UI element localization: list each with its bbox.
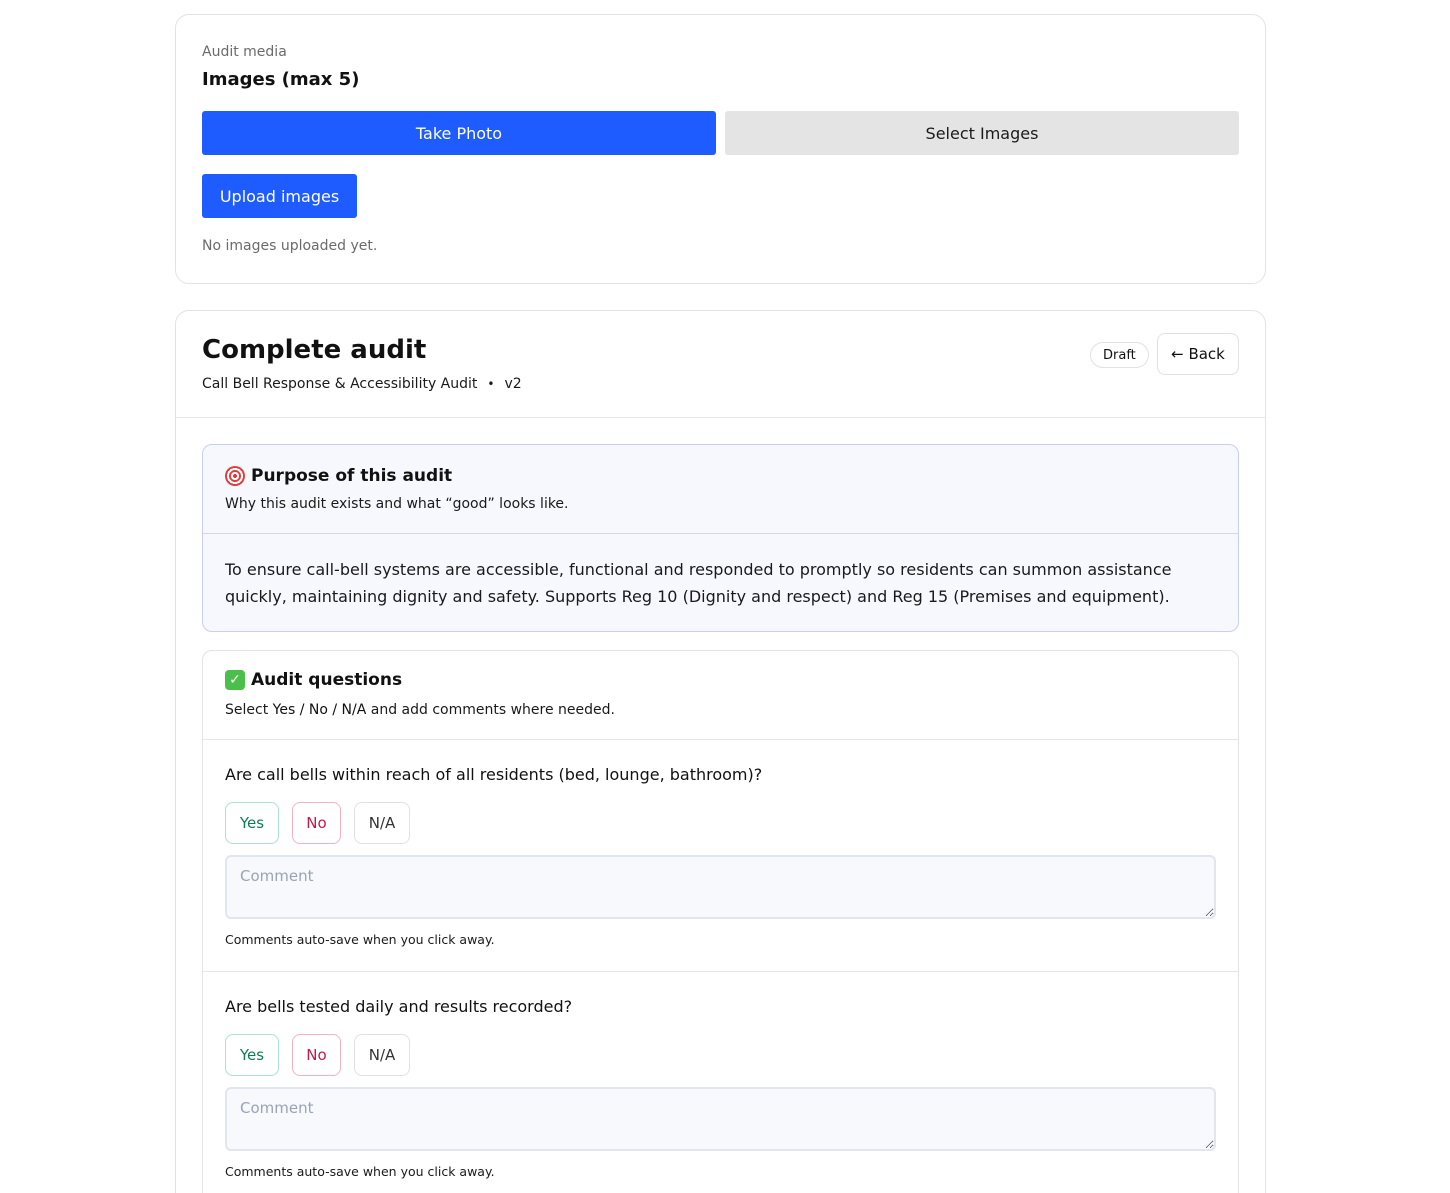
audit-subtitle: Call Bell Response & Accessibility Audit… [202, 376, 522, 392]
select-images-button[interactable]: Select Images [725, 111, 1239, 155]
questions-header: ✓ Audit questions Select Yes / No / N/A … [203, 651, 1238, 740]
autosave-note: Comments auto-save when you click away. [225, 932, 495, 947]
media-empty-state: No images uploaded yet. [202, 238, 378, 254]
comment-input[interactable] [225, 1087, 1216, 1151]
answer-yes-button[interactable]: Yes [225, 802, 279, 844]
answer-yes-button[interactable]: Yes [225, 1034, 279, 1076]
purpose-title-row: Purpose of this audit [225, 466, 452, 486]
questions-subtitle-suffix: and add comments where needed. [370, 702, 615, 718]
target-icon [225, 466, 245, 486]
autosave-note: Comments auto-save when you click away. [225, 1164, 495, 1179]
questions-subtitle-options: Yes / No / N/A [272, 702, 367, 718]
audit-media-card: Audit media Images (max 5) Take Photo Se… [175, 14, 1266, 284]
purpose-subtitle: Why this audit exists and what “good” lo… [225, 496, 569, 512]
answer-na-button[interactable]: N/A [354, 1034, 410, 1076]
upload-images-button[interactable]: Upload images [202, 174, 357, 218]
questions-subtitle-prefix: Select [225, 702, 269, 718]
audit-questions-panel: ✓ Audit questions Select Yes / No / N/A … [202, 650, 1239, 1193]
questions-title: Audit questions [251, 670, 403, 690]
question-item: Are call bells within reach of all resid… [203, 740, 1238, 972]
question-item: Are bells tested daily and results recor… [203, 972, 1238, 1193]
audit-version: v2 [504, 376, 522, 392]
question-text: Are call bells within reach of all resid… [225, 765, 763, 784]
separator-dot: • [487, 377, 495, 391]
audit-header: Complete audit Call Bell Response & Acce… [176, 311, 1265, 418]
purpose-body: To ensure call-bell systems are accessib… [225, 560, 1172, 606]
media-title: Images (max 5) [202, 69, 360, 90]
media-eyebrow: Audit media [202, 44, 287, 60]
complete-audit-card: Complete audit Call Bell Response & Acce… [175, 310, 1266, 1193]
check-icon: ✓ [225, 670, 245, 690]
take-photo-button[interactable]: Take Photo [202, 111, 716, 155]
answer-no-button[interactable]: No [292, 1034, 341, 1076]
purpose-panel: Purpose of this audit Why this audit exi… [202, 444, 1239, 632]
answer-na-button[interactable]: N/A [354, 802, 410, 844]
page-title: Complete audit [202, 335, 427, 365]
status-badge: Draft [1090, 342, 1149, 368]
questions-title-row: ✓ Audit questions [225, 670, 402, 690]
answer-no-button[interactable]: No [292, 802, 341, 844]
back-button[interactable]: ← Back [1157, 333, 1239, 375]
purpose-title: Purpose of this audit [251, 466, 453, 486]
purpose-header: Purpose of this audit Why this audit exi… [203, 445, 1238, 534]
questions-subtitle: Select Yes / No / N/A and add comments w… [225, 702, 615, 718]
comment-input[interactable] [225, 855, 1216, 919]
question-text: Are bells tested daily and results recor… [225, 997, 573, 1016]
audit-name: Call Bell Response & Accessibility Audit [202, 376, 478, 392]
